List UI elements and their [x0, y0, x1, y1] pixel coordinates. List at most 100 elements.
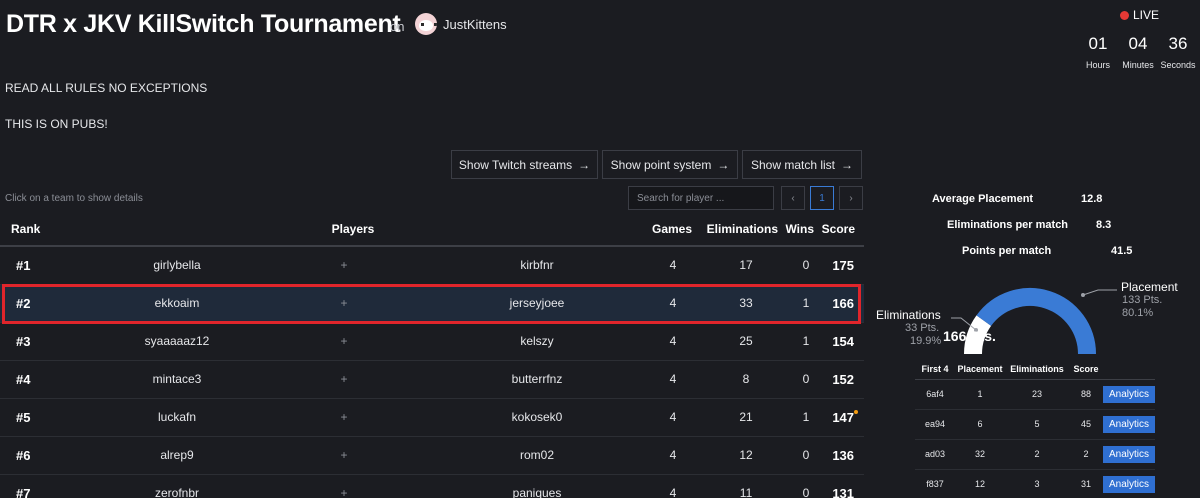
plus-icon: +: [264, 436, 424, 475]
team-games: 4: [650, 322, 697, 361]
match-eliminations: 2: [1005, 439, 1069, 470]
show-twitch-streams-label: Show Twitch streams: [458, 157, 573, 172]
team-wins: 0: [782, 246, 819, 285]
show-point-system-label: Show point system: [610, 157, 712, 172]
pagination-page-1[interactable]: 1: [810, 186, 834, 210]
arrow-right-icon: →: [717, 157, 730, 172]
match-placement-column-header: Placement: [955, 359, 1005, 380]
eliminations-slice-points: 33 Pts.: [905, 322, 940, 334]
team-row-selected[interactable]: #2 ekkoaim + jerseyjoee 4 33 1 166: [0, 284, 865, 323]
team-wins: 0: [782, 360, 819, 399]
match-row: ad03 32 2 2 Analytics: [915, 439, 1156, 470]
team-row[interactable]: #4 mintace3 + butterrfnz 4 8 0 152: [0, 360, 865, 399]
pagination-next-button[interactable]: ›: [839, 186, 863, 210]
average-placement-value: 12.8: [1081, 193, 1103, 205]
wins-column-header[interactable]: Wins: [782, 213, 819, 247]
analytics-button[interactable]: Analytics: [1103, 445, 1156, 463]
match-score: 2: [1069, 439, 1103, 470]
match-row: ea94 6 5 45 Analytics: [915, 409, 1156, 440]
team-row[interactable]: #3 syaaaaaz12 + kelszy 4 25 1 154: [0, 322, 865, 361]
player-name: jerseyjoee: [424, 284, 651, 323]
team-wins: 1: [782, 322, 819, 361]
match-placement: 12: [955, 469, 1005, 498]
match-eliminations: 3: [1005, 469, 1069, 498]
on-label: on: [390, 19, 405, 34]
analytics-button[interactable]: Analytics: [1103, 385, 1156, 403]
team-row[interactable]: #7 zerofnbr + paniques 4 11 0 131: [0, 474, 865, 498]
countdown-timer: 01 Hours 04 Minutes 36 Seconds: [1078, 34, 1198, 70]
score-column-header[interactable]: Score: [818, 213, 865, 247]
match-eliminations: 23: [1005, 379, 1069, 410]
gauge-total: 166 Pts.: [943, 328, 996, 344]
timer-minutes-value: 04: [1128, 34, 1148, 53]
eliminations-slice-label: Eliminations: [876, 308, 941, 322]
timer-seconds-value: 36: [1168, 34, 1188, 53]
live-status-dot-icon: [854, 409, 859, 414]
eliminations-per-match-label: Eliminations per match: [947, 219, 1069, 231]
eliminations-slice-percent: 19.9%: [910, 335, 942, 347]
timer-seconds: 36 Seconds: [1158, 34, 1198, 70]
plus-icon: +: [264, 246, 424, 285]
team-games: 4: [650, 398, 697, 437]
team-rank: #5: [0, 398, 90, 437]
tournament-title: DTR x JKV KillSwitch Tournament: [6, 10, 401, 38]
team-games: 4: [650, 474, 697, 498]
player-name: girlybella: [90, 246, 264, 285]
analytics-button[interactable]: Analytics: [1103, 475, 1156, 493]
player-name: kirbfnr: [424, 246, 651, 285]
team-score: 166: [818, 284, 865, 323]
player-search-input[interactable]: [628, 186, 774, 210]
match-action-cell: Analytics: [1103, 469, 1156, 498]
team-wins: 0: [782, 474, 819, 498]
gauge-placement-segment: [976, 288, 1096, 354]
player-name: alrep9: [90, 436, 264, 475]
team-games: 4: [650, 436, 697, 475]
match-action-cell: Analytics: [1103, 409, 1156, 440]
leaderboard-table: Rank Players Games Eliminations Wins Sco…: [0, 213, 865, 498]
team-rank: #4: [0, 360, 90, 399]
average-placement-label: Average Placement: [932, 193, 1034, 205]
team-rank: #2: [0, 284, 90, 323]
eliminations-column-header[interactable]: Eliminations: [696, 213, 783, 247]
team-row[interactable]: #1 girlybella + kirbfnr 4 17 0 175: [0, 246, 865, 285]
match-id: ad03: [915, 439, 955, 470]
rank-column-header[interactable]: Rank: [0, 213, 90, 247]
games-column-header[interactable]: Games: [650, 213, 697, 247]
show-twitch-streams-button[interactable]: Show Twitch streams →: [451, 150, 598, 179]
team-row[interactable]: #5 luckafn + kokosek0 4 21 1 147: [0, 398, 865, 437]
placement-leader-dot-icon: [1081, 293, 1085, 297]
placement-slice-points: 133 Pts.: [1122, 294, 1163, 306]
match-id: ea94: [915, 409, 955, 440]
player-name: kokosek0: [424, 398, 651, 437]
player-name: luckafn: [90, 398, 264, 437]
live-indicator: LIVE: [1120, 8, 1159, 22]
match-action-cell: Analytics: [1103, 439, 1156, 470]
timer-hours-label: Hours: [1085, 60, 1110, 70]
team-rank: #1: [0, 246, 90, 285]
team-wins: 1: [782, 398, 819, 437]
player-name: syaaaaaz12: [90, 322, 264, 361]
show-point-system-button[interactable]: Show point system →: [602, 150, 738, 179]
team-matches-table: First 4 Placement Eliminations Score 6af…: [915, 359, 1156, 498]
team-rank: #3: [0, 322, 90, 361]
team-wins: 1: [782, 284, 819, 323]
match-id: f837: [915, 469, 955, 498]
analytics-button[interactable]: Analytics: [1103, 415, 1156, 433]
placement-leader-line: [1082, 289, 1117, 296]
match-action-cell: Analytics: [1103, 379, 1156, 410]
team-games: 4: [650, 360, 697, 399]
team-eliminations: 11: [696, 474, 783, 498]
host-link[interactable]: JustKittens: [415, 13, 507, 35]
team-score-cell: 147: [818, 398, 865, 437]
team-score-wrap: 147: [832, 409, 859, 425]
team-row[interactable]: #6 alrep9 + rom02 4 12 0 136: [0, 436, 865, 475]
player-name: rom02: [424, 436, 651, 475]
player-name: butterrfnz: [424, 360, 651, 399]
pagination-prev-button[interactable]: ‹: [781, 186, 805, 210]
player-name: paniques: [424, 474, 651, 498]
match-id: 6af4: [915, 379, 955, 410]
show-match-list-button[interactable]: Show match list →: [742, 150, 862, 179]
player-name: mintace3: [90, 360, 264, 399]
live-label: LIVE: [1133, 8, 1160, 22]
team-eliminations: 25: [696, 322, 783, 361]
